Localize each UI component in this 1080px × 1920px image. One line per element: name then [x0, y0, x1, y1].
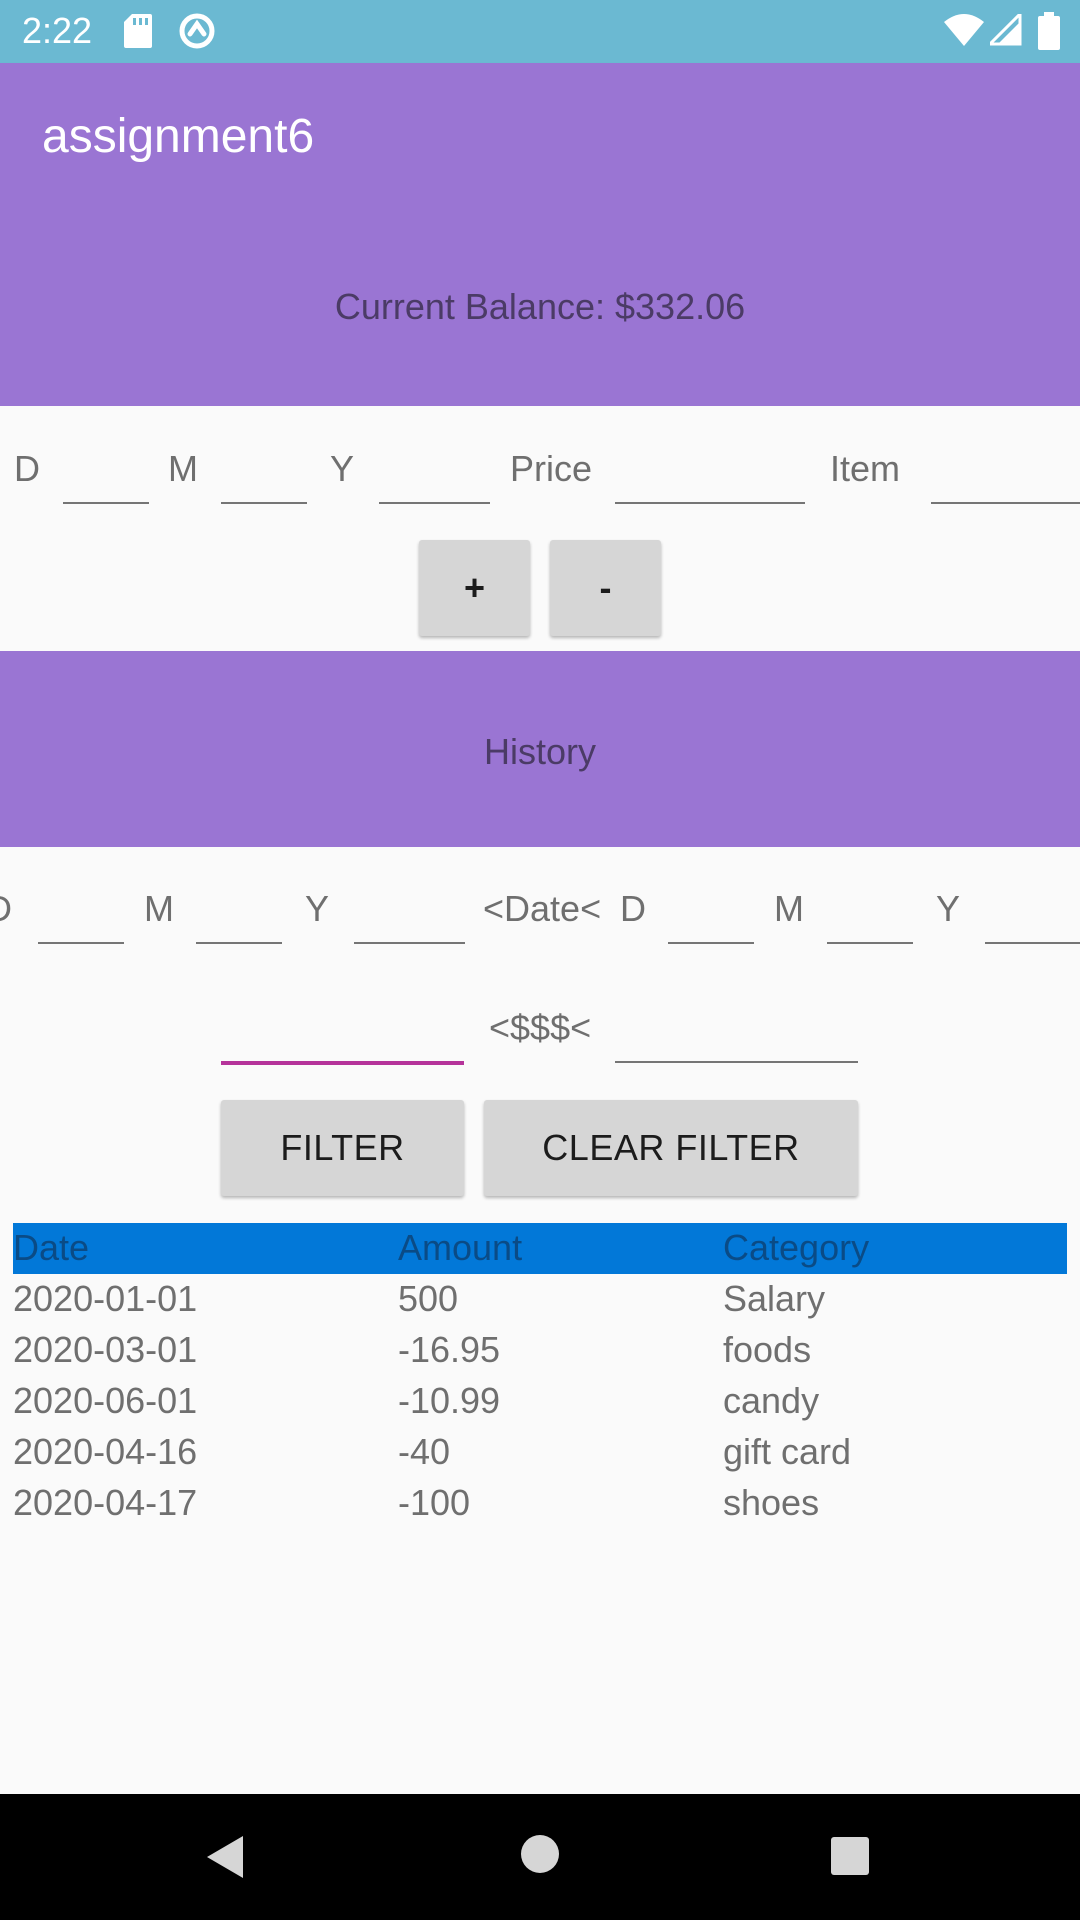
- row-amount: -10.99: [398, 1380, 501, 1421]
- month-input[interactable]: [221, 502, 307, 504]
- day-input[interactable]: [63, 502, 149, 504]
- row-category: foods: [723, 1329, 812, 1370]
- battery-icon: [1038, 12, 1060, 50]
- from-year-input[interactable]: [354, 942, 465, 944]
- table-row: 2020-04-17 -100 shoes: [13, 1478, 1067, 1529]
- from-month-label: M: [144, 888, 174, 929]
- date-separator: <Date<: [483, 888, 602, 929]
- history-panel: History: [0, 651, 1080, 847]
- history-title: History: [483, 731, 596, 772]
- sd-card-icon: [124, 14, 152, 48]
- from-day-label: D: [0, 888, 12, 930]
- from-year-label: Y: [305, 888, 330, 929]
- recents-icon[interactable]: [830, 1836, 870, 1876]
- app-bar: assignment6: [0, 63, 1080, 210]
- subtract-button[interactable]: -: [550, 540, 661, 636]
- header-category: Category: [723, 1227, 870, 1268]
- header-date: Date: [13, 1227, 90, 1268]
- item-label: Item: [830, 448, 901, 489]
- row-date: 2020-04-16: [13, 1431, 198, 1472]
- row-category: candy: [723, 1380, 820, 1421]
- row-category: Salary: [723, 1278, 826, 1319]
- row-date: 2020-01-01: [13, 1278, 198, 1319]
- row-amount: -100: [398, 1482, 471, 1523]
- status-bar: 2:22: [0, 0, 1080, 63]
- day-label: D: [14, 448, 40, 489]
- row-date: 2020-06-01: [13, 1380, 198, 1421]
- price-input[interactable]: [615, 502, 805, 504]
- sync-icon: [179, 13, 215, 49]
- filter-button[interactable]: FILTER: [221, 1100, 464, 1196]
- to-day-input[interactable]: [668, 942, 754, 944]
- signal-icon: [990, 14, 1022, 46]
- add-button[interactable]: +: [419, 540, 530, 636]
- min-amount-input[interactable]: [221, 1061, 464, 1065]
- app-title: assignment6: [42, 110, 315, 163]
- row-amount: -40: [398, 1431, 451, 1472]
- amount-separator: <$$$<: [489, 1007, 592, 1048]
- to-month-input[interactable]: [827, 942, 913, 944]
- to-year-label: Y: [936, 888, 961, 929]
- table-row: 2020-06-01 -10.99 candy: [13, 1376, 1067, 1427]
- year-label: Y: [330, 448, 355, 489]
- price-label: Price: [510, 448, 593, 489]
- to-year-input[interactable]: [985, 942, 1080, 944]
- from-day-input[interactable]: [38, 942, 124, 944]
- table-row: 2020-03-01 -16.95 foods: [13, 1325, 1067, 1376]
- to-day-label: D: [620, 888, 646, 929]
- max-amount-input[interactable]: [615, 1061, 858, 1063]
- from-month-input[interactable]: [196, 942, 282, 944]
- row-date: 2020-04-17: [13, 1482, 198, 1523]
- header-amount: Amount: [398, 1227, 523, 1268]
- year-input[interactable]: [379, 502, 490, 504]
- row-amount: -16.95: [398, 1329, 501, 1370]
- clear-filter-button[interactable]: CLEAR FILTER: [484, 1100, 858, 1196]
- status-time: 2:22: [22, 10, 93, 51]
- to-month-label: M: [774, 888, 804, 929]
- row-amount: 500: [398, 1278, 459, 1319]
- balance-panel: Current Balance: $332.06: [0, 210, 1080, 406]
- table-row: 2020-01-01 500 Salary: [13, 1274, 1067, 1325]
- transactions-table: Date Amount Category 2020-01-01 500 Sala…: [13, 1223, 1067, 1529]
- row-category: gift card: [723, 1431, 852, 1472]
- navigation-bar: [0, 1794, 1080, 1920]
- month-label: M: [168, 448, 198, 489]
- row-date: 2020-03-01: [13, 1329, 198, 1370]
- row-category: shoes: [723, 1482, 820, 1523]
- table-row: 2020-04-16 -40 gift card: [13, 1427, 1067, 1478]
- home-icon[interactable]: [520, 1834, 560, 1874]
- wifi-icon: [944, 14, 984, 46]
- back-icon[interactable]: [205, 1834, 245, 1880]
- table-header: Date Amount Category: [13, 1223, 1067, 1274]
- current-balance: Current Balance: $332.06: [334, 286, 746, 327]
- item-input[interactable]: [931, 502, 1080, 504]
